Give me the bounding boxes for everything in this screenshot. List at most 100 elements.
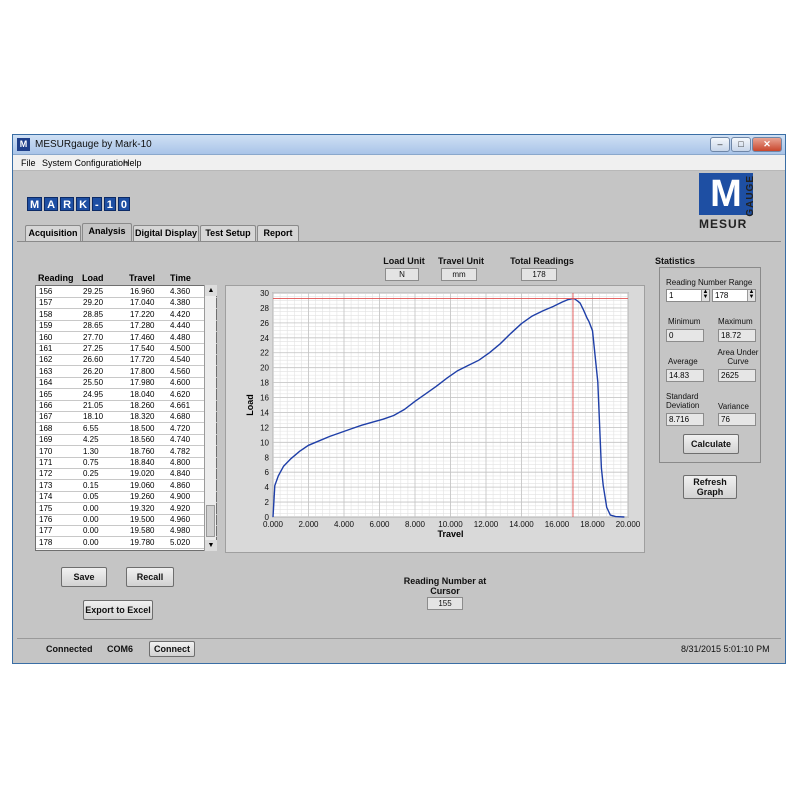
table-row[interactable]: 178 0.00 19.780 5.020 [36,537,217,549]
scroll-thumb[interactable] [206,505,215,537]
table-row[interactable]: 167 18.10 18.320 4.680 [36,411,217,424]
average-value: 14.83 [666,369,704,382]
connect-button[interactable]: Connect [149,641,195,657]
area-under-curve-value: 2625 [718,369,756,382]
readings-table[interactable]: 156 29.25 16.960 4.360 157 29.20 17.040 4.380 15… [35,285,217,551]
tab-digital-display[interactable]: Digital Display [133,225,199,241]
table-row[interactable]: 172 0.25 19.020 4.840 [36,468,217,481]
table-cell-travel: 18.260 [130,401,155,410]
table-row[interactable]: 159 28.65 17.280 4.440 [36,320,217,333]
logo-letter: K [76,197,91,211]
load-travel-graph[interactable]: 0.000 2.000 4.000 6.000 8.000 10.000 12.000 14.… [225,285,645,553]
table-cell-travel: 17.460 [130,332,155,342]
table-cell-load: 29.25 [83,287,104,296]
table-row[interactable]: 170 1.30 18.760 4.782 [36,446,217,458]
table-row[interactable]: 171 0.75 18.840 4.800 [36,457,217,469]
table-cell-travel: 17.800 [130,366,155,376]
table-cell-reading: 175 [39,503,53,513]
table-cell-travel: 18.500 [130,423,155,433]
tab-acquisition[interactable]: Acquisition [25,225,81,241]
table-cell-reading: 177 [39,526,53,536]
range-from-spin-icon[interactable]: ▲ ▼ [701,289,709,301]
load-unit-label: Load Unit [383,256,425,266]
status-divider [17,638,781,639]
scroll-down-arrow-icon[interactable]: ▼ [205,540,217,551]
table-row[interactable]: 174 0.05 19.260 4.900 [36,491,217,504]
table-cell-time: 5.020 [170,537,191,547]
refresh-graph-button[interactable]: Refresh Graph [683,475,737,499]
table-row[interactable]: 156 29.25 16.960 4.360 [36,286,217,298]
table-cell-time: 4.920 [170,503,191,513]
table-cell-reading: 165 [39,389,53,399]
table-row[interactable]: 162 26.60 17.720 4.540 [36,354,217,367]
y-tick-label: 10 [260,438,269,447]
close-button[interactable]: ✕ [752,137,782,152]
table-row[interactable]: 175 0.00 19.320 4.920 [36,503,217,515]
recall-button[interactable]: Recall [126,567,174,587]
title-bar[interactable]: M MESURgauge by Mark-10 – □ ✕ [13,135,785,155]
y-axis-label: Load [245,394,255,416]
table-cell-time: 4.600 [170,378,191,388]
minimize-button[interactable]: – [710,137,730,152]
table-row[interactable]: 176 0.00 19.500 4.960 [36,514,217,526]
y-tick-label: 20 [260,364,269,373]
table-scrollbar[interactable]: ▲ ▼ [204,285,217,551]
menu-bar: File System Configuration Help [13,155,785,171]
table-row[interactable]: 157 29.20 17.040 4.380 [36,297,217,310]
x-tick-label: 8.000 [405,520,426,529]
table-row[interactable]: 168 6.55 18.500 4.720 [36,423,217,435]
tab-report[interactable]: Report [257,225,299,241]
table-cell-travel: 17.220 [130,309,155,319]
calculate-button[interactable]: Calculate [683,434,739,454]
menu-system-configuration[interactable]: System Configuration [42,158,128,168]
table-cell-time: 4.782 [170,446,191,456]
table-cell-time: 4.960 [170,515,191,524]
table-cell-load: 29.20 [83,298,104,308]
x-axis-label: Travel [437,529,463,539]
table-row[interactable]: 169 4.25 18.560 4.740 [36,434,217,447]
table-cell-reading: 159 [39,321,53,331]
range-to-spin-icon[interactable]: ▲ ▼ [747,289,755,301]
table-cell-load: 0.25 [83,469,99,479]
app-window: M MESURgauge by Mark-10 – □ ✕ File Syste… [12,134,786,664]
table-row[interactable]: 158 28.85 17.220 4.420 [36,309,217,321]
variance-value: 76 [718,413,756,426]
table-row[interactable]: 164 25.50 17.980 4.600 [36,377,217,390]
total-readings-value: 178 [521,268,557,281]
mark10-logo: M A R K - 1 0 [27,197,130,211]
column-header-time: Time [170,273,191,283]
table-cell-time: 4.680 [170,412,191,422]
table-cell-load: 25.50 [83,378,104,388]
table-row[interactable]: 177 0.00 19.580 4.980 [36,525,217,538]
menu-help[interactable]: Help [123,158,142,168]
table-cell-travel: 16.960 [130,287,155,296]
table-cell-load: 0.05 [83,492,99,502]
table-row[interactable]: 160 27.70 17.460 4.480 [36,332,217,344]
table-row[interactable]: 163 26.20 17.800 4.560 [36,366,217,378]
save-button[interactable]: Save [61,567,107,587]
export-to-excel-button[interactable]: Export to Excel [83,600,153,620]
table-cell-time: 4.480 [170,332,191,342]
tab-test-setup[interactable]: Test Setup [200,225,256,241]
table-row[interactable]: 165 24.95 18.040 4.620 [36,389,217,401]
maximize-button[interactable]: □ [731,137,751,152]
scroll-up-arrow-icon[interactable]: ▲ [205,285,217,296]
table-cell-travel: 19.260 [130,492,155,502]
y-tick-label: 28 [260,304,269,313]
menu-file[interactable]: File [21,158,36,168]
y-tick-label: 4 [265,483,270,492]
table-cell-reading: 167 [39,412,53,422]
table-row[interactable]: 161 27.25 17.540 4.500 [36,343,217,355]
y-tick-label: 16 [260,394,269,403]
table-row[interactable]: 173 0.15 19.060 4.860 [36,480,217,492]
table-cell-load: 24.95 [83,389,104,399]
column-header-travel: Travel [129,273,156,283]
table-cell-load: 0.75 [83,458,99,467]
mark10-app-icon: M [17,138,30,151]
table-row[interactable]: 166 21.05 18.260 4.661 [36,400,217,412]
y-tick-label: 22 [260,349,269,358]
table-cell-reading: 171 [39,458,53,467]
table-cell-reading: 164 [39,378,53,388]
table-cell-time: 4.661 [170,401,191,410]
tab-analysis[interactable]: Analysis [82,223,132,241]
